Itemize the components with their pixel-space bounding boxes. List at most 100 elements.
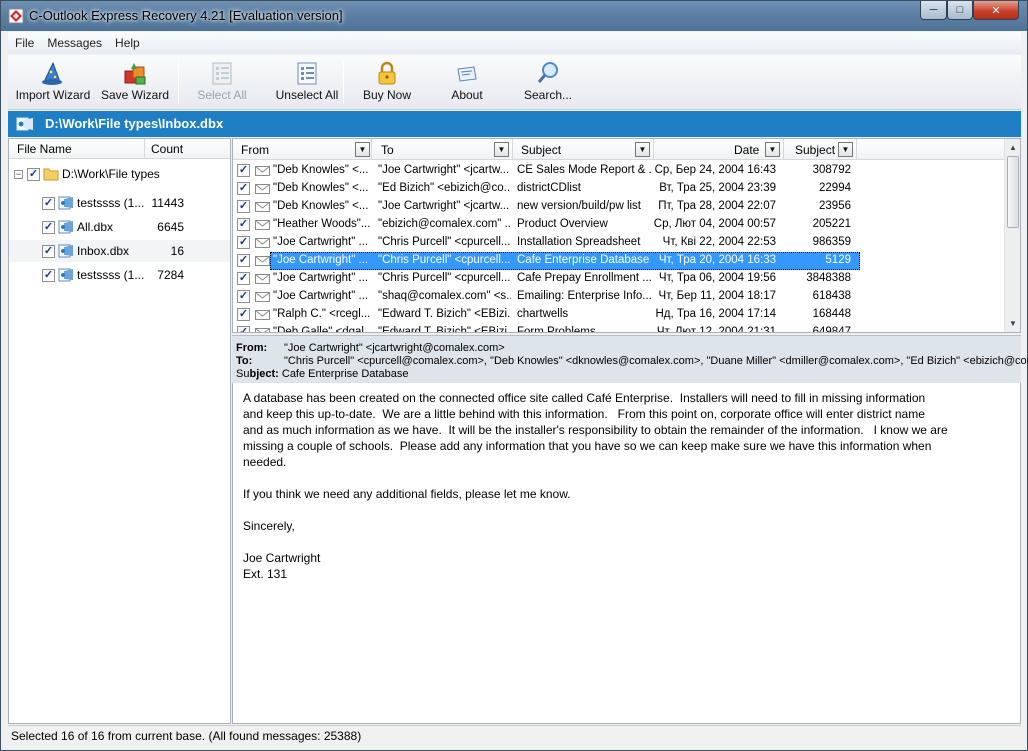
tree-item-checkbox[interactable]: ✓ — [42, 221, 55, 234]
tree-item-checkbox[interactable]: ✓ — [42, 245, 55, 258]
tree-root-checkbox[interactable]: ✓ — [27, 168, 40, 181]
message-row[interactable]: ✓ "Joe Cartwright" ... "Chris Purcell" <cp… — [233, 234, 1004, 252]
search-button[interactable]: Search... — [516, 59, 580, 107]
current-path: D:\Work\File types\Inbox.dbx — [45, 116, 224, 131]
tree-root[interactable]: − ✓ D:\Work\File types — [9, 163, 230, 185]
message-row-checkbox[interactable]: ✓ — [237, 308, 250, 321]
tree-header-filename[interactable]: File Name — [17, 142, 72, 156]
close-button[interactable]: ✕ — [973, 1, 1019, 20]
message-row[interactable]: ✓ "Joe Cartwright" ... "shaq@comalex.com" … — [233, 288, 1004, 306]
message-size: 168448 — [812, 308, 851, 320]
message-row-selected[interactable]: ✓ "Joe Cartwright" ... "Chris Purcell" <cp… — [233, 252, 1004, 270]
message-header-panel: From: "Joe Cartwright" <jcartwright@coma… — [232, 335, 1028, 383]
envelope-icon — [255, 238, 270, 248]
buy-now-label: Buy Now — [362, 88, 412, 102]
message-row[interactable]: ✓ "Joe Cartwright" ... "Chris Purcell" <cp… — [233, 270, 1004, 288]
select-all-icon — [212, 62, 232, 85]
unselect-all-button[interactable]: Unselect All — [265, 59, 349, 107]
message-row[interactable]: ✓ "Heather Woods"... "ebizich@comalex.com"… — [233, 216, 1004, 234]
tree-item-checkbox[interactable]: ✓ — [42, 197, 55, 210]
col-to-label: To — [381, 143, 394, 157]
message-list-scrollbar[interactable]: ▲ ▼ — [1004, 139, 1020, 332]
message-row-checkbox[interactable]: ✓ — [237, 200, 250, 213]
col-size-dropdown-icon[interactable]: ▼ — [838, 142, 853, 157]
tree-header-divider — [144, 139, 145, 158]
message-row[interactable]: ✓ "Deb Galle" <dgal... "Edward T. Bizich" … — [233, 324, 1004, 333]
col-size[interactable]: Subject ▼ — [785, 139, 857, 159]
message-date: Чт, Бер 11, 2004 18:17 — [658, 290, 776, 302]
subject-label-prefix: Su — [236, 368, 250, 380]
message-row-checkbox[interactable]: ✓ — [237, 326, 250, 332]
about-button[interactable]: About — [436, 59, 498, 107]
tree-item-count: 6645 — [157, 220, 184, 234]
message-body-pane[interactable]: A database has been created on the conne… — [232, 383, 1021, 724]
message-from: "Deb Knowles" <... — [273, 200, 369, 212]
col-date-label: Date — [734, 143, 760, 157]
tree-item[interactable]: ✓ testssss (1... 7284 — [9, 264, 230, 286]
toolbar-separator — [178, 60, 179, 104]
message-from: "Joe Cartwright" ... — [273, 290, 369, 302]
scroll-thumb[interactable] — [1007, 156, 1019, 228]
menu-messages[interactable]: Messages — [40, 36, 108, 50]
collapse-toggle[interactable]: − — [14, 170, 23, 179]
tree-item[interactable]: ✓ testssss (1... 11443 — [9, 192, 230, 214]
app-logo-icon — [8, 8, 24, 24]
minimize-icon: ─ — [929, 4, 938, 16]
envelope-icon — [255, 220, 270, 230]
message-to: "Chris Purcell" <cpurcell... — [378, 236, 511, 248]
select-all-button[interactable]: Select All — [188, 59, 256, 107]
message-row-checkbox[interactable]: ✓ — [237, 254, 250, 267]
col-from-dropdown-icon[interactable]: ▼ — [355, 142, 370, 157]
menu-help[interactable]: Help — [108, 36, 146, 50]
toolbar: Import Wizard Save Wizard Select All Uns… — [8, 55, 1021, 110]
tree-item-checkbox[interactable]: ✓ — [42, 269, 55, 282]
message-row[interactable]: ✓ "Deb Knowles" <... "Joe Cartwright" <jca… — [233, 162, 1004, 180]
minimize-button[interactable]: ─ — [920, 1, 947, 20]
message-row-checkbox[interactable]: ✓ — [237, 290, 250, 303]
tree-header-count[interactable]: Count — [151, 142, 183, 156]
envelope-icon — [255, 328, 270, 332]
status-bar: Selected 16 of 16 from current base. (Al… — [8, 725, 1021, 745]
message-row-checkbox[interactable]: ✓ — [237, 272, 250, 285]
scroll-down-icon[interactable]: ▼ — [1005, 315, 1020, 332]
envelope-icon — [255, 256, 270, 266]
buy-now-button[interactable]: Buy Now — [354, 59, 420, 107]
message-from: "Deb Galle" <dgal... — [273, 326, 370, 333]
tree-root-label: D:\Work\File types — [62, 167, 160, 181]
col-date[interactable]: Date ▼ — [655, 139, 784, 159]
message-to: "Chris Purcell" <cpurcell... — [378, 272, 511, 284]
message-row-checkbox[interactable]: ✓ — [237, 182, 250, 195]
message-subject: Form Problems — [517, 326, 596, 333]
message-size: 649847 — [812, 326, 851, 333]
app-window: C-Outlook Express Recovery 4.21 [Evaluat… — [0, 0, 1028, 751]
col-subject[interactable]: Subject ▼ — [514, 139, 654, 159]
title-bar[interactable]: C-Outlook Express Recovery 4.21 [Evaluat… — [1, 1, 1027, 31]
message-subject: chartwells — [517, 308, 569, 320]
message-row[interactable]: ✓ "Deb Knowles" <... "Ed Bizich" <ebizich@… — [233, 180, 1004, 198]
header-subject-value: Cafe Enterprise Database — [281, 368, 409, 380]
import-wizard-button[interactable]: Import Wizard — [11, 59, 95, 107]
maximize-button[interactable]: □ — [947, 1, 973, 20]
tree-item-label: Inbox.dbx — [77, 244, 130, 258]
save-wizard-button[interactable]: Save Wizard — [100, 59, 170, 107]
tree-item[interactable]: ✓ All.dbx 6645 — [9, 216, 230, 238]
message-size: 22994 — [819, 182, 851, 194]
message-to: "Ed Bizich" <ebizich@co... — [378, 182, 511, 194]
col-subject-dropdown-icon[interactable]: ▼ — [635, 142, 650, 157]
col-from[interactable]: From ▼ — [233, 139, 372, 159]
col-date-dropdown-icon[interactable]: ▼ — [765, 142, 780, 157]
message-row[interactable]: ✓ "Ralph C." <rcegl... "Edward T. Bizich" … — [233, 306, 1004, 324]
message-from: "Ralph C." <rcegl... — [273, 308, 370, 320]
col-from-label: From — [241, 143, 269, 157]
message-row[interactable]: ✓ "Deb Knowles" <... "Joe Cartwright" <jca… — [233, 198, 1004, 216]
current-path-bar: D:\Work\File types\Inbox.dbx — [8, 111, 1021, 137]
col-to-dropdown-icon[interactable]: ▼ — [494, 142, 509, 157]
message-row-checkbox[interactable]: ✓ — [237, 236, 250, 249]
message-row-checkbox[interactable]: ✓ — [237, 218, 250, 231]
tree-item-selected[interactable]: ✓ Inbox.dbx 16 — [9, 240, 230, 262]
message-size: 205221 — [812, 218, 851, 230]
col-to[interactable]: To ▼ — [373, 139, 513, 159]
menu-file[interactable]: File — [8, 36, 40, 50]
scroll-up-icon[interactable]: ▲ — [1005, 139, 1020, 156]
message-row-checkbox[interactable]: ✓ — [237, 164, 250, 177]
